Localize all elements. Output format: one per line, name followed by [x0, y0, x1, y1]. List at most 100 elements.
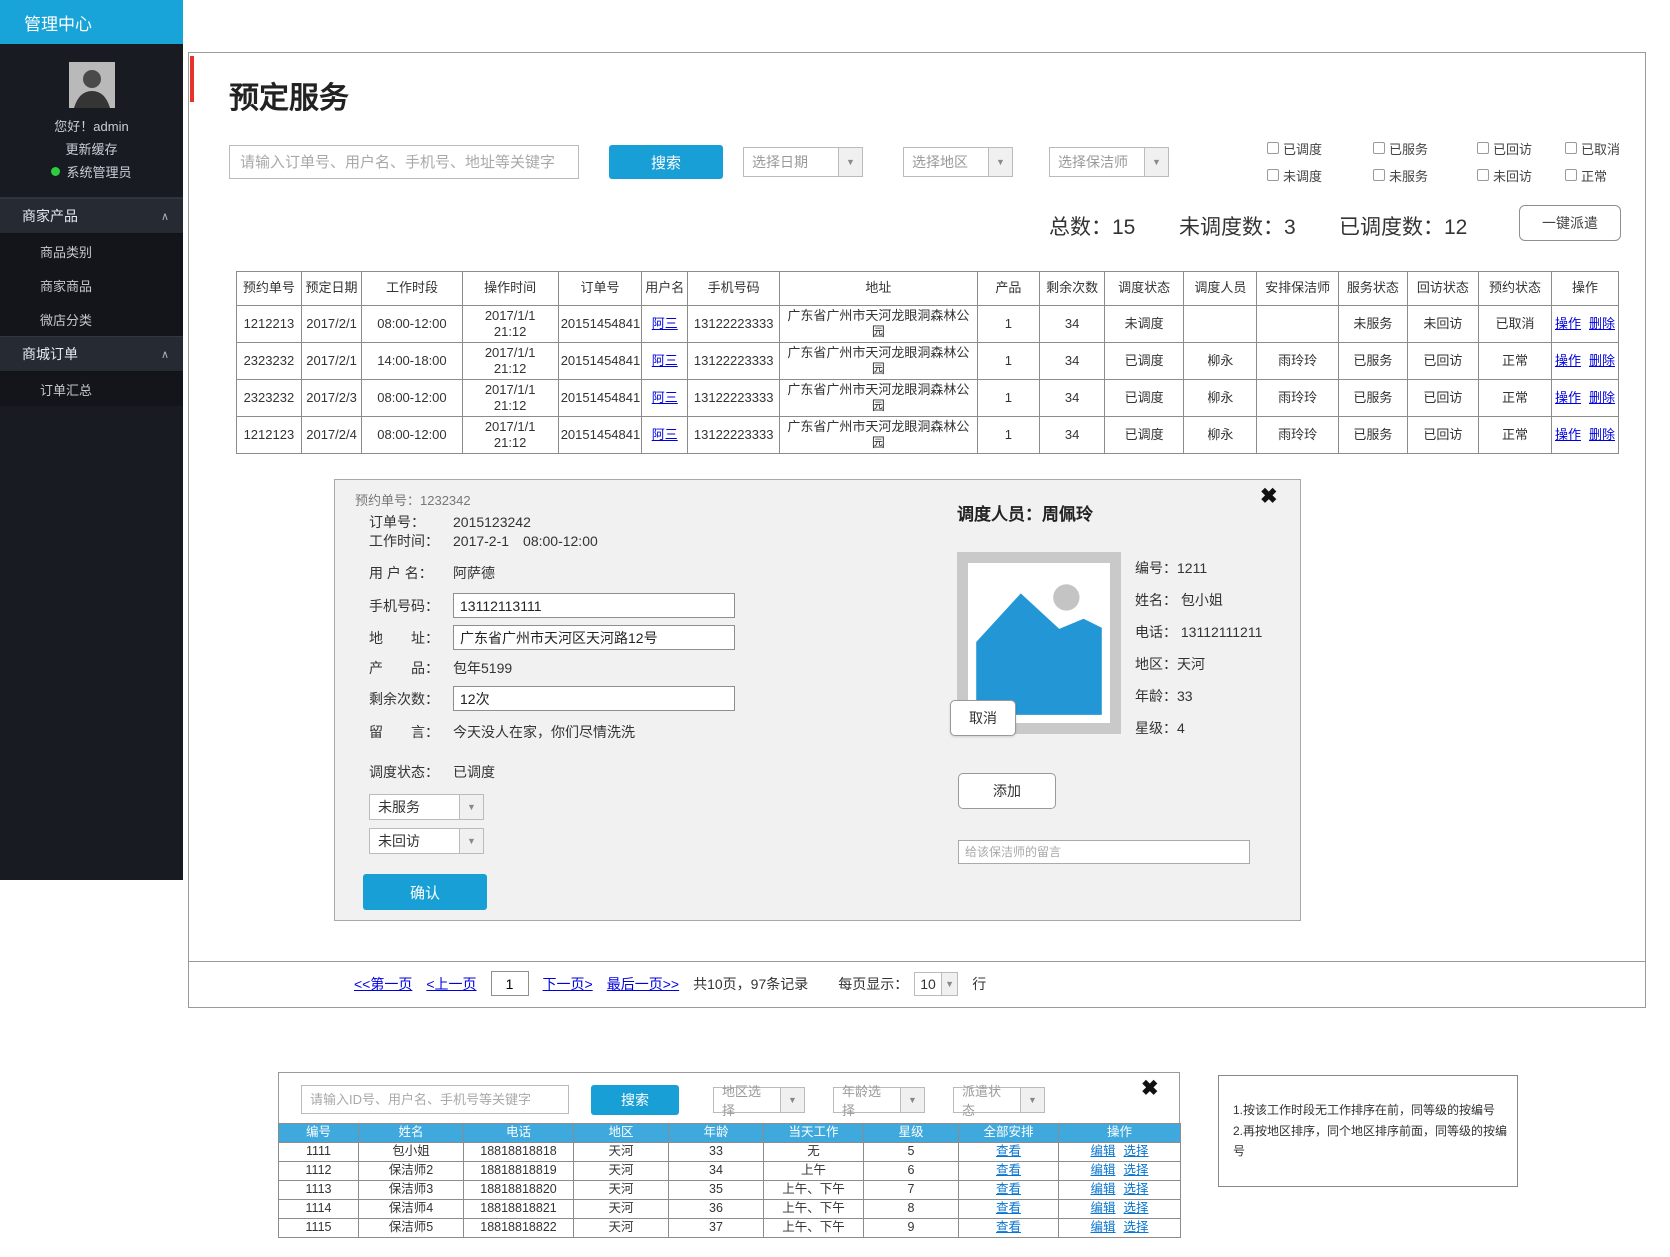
remaining-input[interactable]	[453, 686, 735, 711]
region-select[interactable]: 选择地区 ▼	[903, 147, 1013, 177]
sidebar-item-microshop-category[interactable]: 微店分类	[0, 302, 183, 336]
cell-link[interactable]: 查看	[996, 1220, 1021, 1234]
staff-message-input[interactable]	[958, 840, 1250, 864]
filter-checkbox-unscheduled[interactable]: 未调度	[1267, 166, 1373, 184]
search-button[interactable]: 搜索	[609, 145, 723, 179]
confirm-button[interactable]: 确认	[363, 874, 487, 910]
popup-dispatch-select[interactable]: 派遣状态 ▼	[953, 1087, 1045, 1113]
cell: 18818818820	[464, 1181, 574, 1200]
cancel-staff-button[interactable]: 取消	[950, 700, 1016, 736]
cell: 已服务	[1338, 343, 1407, 380]
filter-checkbox-served[interactable]: 已服务	[1373, 139, 1477, 157]
sidebar-item-order-summary[interactable]: 订单汇总	[0, 372, 183, 406]
checkbox-icon[interactable]	[1267, 169, 1279, 181]
close-icon[interactable]: ✖	[1141, 1078, 1159, 1099]
checkbox-icon[interactable]	[1373, 169, 1385, 181]
checkbox-label: 未调度	[1283, 166, 1322, 185]
cell-link[interactable]: 查看	[996, 1144, 1021, 1158]
row-action-link[interactable]: 编辑	[1090, 1163, 1115, 1177]
first-page-link[interactable]: <<第一页	[354, 974, 412, 994]
cell-link[interactable]: 阿三	[652, 316, 678, 331]
row-action-link[interactable]: 删除	[1589, 390, 1615, 405]
sidebar-group-orders[interactable]: 商城订单 ∧	[0, 336, 183, 372]
sidebar-group-products[interactable]: 商家产品 ∧	[0, 198, 183, 234]
red-scrollbar-thumb[interactable]	[190, 56, 194, 102]
date-select[interactable]: 选择日期 ▼	[743, 147, 863, 177]
region-select-value: 选择地区	[904, 148, 988, 176]
last-page-link[interactable]: 最后一页>>	[607, 974, 679, 994]
row-action-link[interactable]: 编辑	[1090, 1220, 1115, 1234]
one-key-dispatch-button[interactable]: 一键派遣	[1519, 205, 1621, 241]
service-state-select[interactable]: 未服务 ▼	[369, 794, 484, 820]
chevron-down-icon[interactable]: ▼	[900, 1088, 924, 1112]
sidebar-item-product-category[interactable]: 商品类别	[0, 234, 183, 268]
checkbox-icon[interactable]	[1565, 142, 1577, 154]
staff-popup: 搜索 地区选择 ▼ 年龄选择 ▼ 派遣状态 ▼ ✖ 编号姓名电话地区年龄当天工作…	[278, 1072, 1180, 1238]
row-action-link[interactable]: 选择	[1124, 1220, 1149, 1234]
add-staff-button[interactable]: 添加	[958, 773, 1056, 809]
filter-checkbox-unvisited[interactable]: 未回访	[1477, 166, 1565, 184]
cell-link[interactable]: 阿三	[652, 427, 678, 442]
row-action-link[interactable]: 选择	[1124, 1144, 1149, 1158]
address-input[interactable]	[453, 625, 735, 650]
chevron-down-icon[interactable]: ▼	[1020, 1088, 1044, 1112]
checkbox-icon[interactable]	[1477, 142, 1489, 154]
cell-link[interactable]: 阿三	[652, 390, 678, 405]
row-action-link[interactable]: 编辑	[1090, 1201, 1115, 1215]
cleaner-select[interactable]: 选择保洁师 ▼	[1049, 147, 1169, 177]
row-action-link[interactable]: 操作	[1555, 353, 1581, 368]
phone-input[interactable]	[453, 593, 735, 618]
filter-checkbox-normal[interactable]: 正常	[1565, 166, 1643, 184]
chevron-down-icon[interactable]: ▼	[780, 1088, 804, 1112]
chevron-down-icon[interactable]: ▼	[459, 795, 483, 819]
row-action-link[interactable]: 操作	[1555, 390, 1581, 405]
staff-search-button[interactable]: 搜索	[591, 1085, 679, 1115]
row-action-link[interactable]: 选择	[1124, 1201, 1149, 1215]
sidebar-item-merchant-goods[interactable]: 商家商品	[0, 268, 183, 302]
row-action-link[interactable]: 编辑	[1090, 1144, 1115, 1158]
prev-page-link[interactable]: <上一页	[426, 974, 476, 994]
refresh-cache-link[interactable]: 更新缓存	[0, 139, 183, 158]
staff-search-input[interactable]	[301, 1085, 569, 1114]
chevron-down-icon[interactable]: ▼	[941, 973, 957, 995]
role-text: 系统管理员	[66, 162, 131, 181]
visit-state-select[interactable]: 未回访 ▼	[369, 828, 484, 854]
checkbox-icon[interactable]	[1267, 142, 1279, 154]
chevron-down-icon[interactable]: ▼	[838, 148, 862, 176]
row-action-link[interactable]: 选择	[1124, 1182, 1149, 1196]
checkbox-icon[interactable]	[1565, 169, 1577, 181]
per-page-select[interactable]: 10 ▼	[914, 972, 958, 996]
chevron-down-icon[interactable]: ▼	[459, 829, 483, 853]
row-action-link[interactable]: 删除	[1589, 427, 1615, 442]
cell-link[interactable]: 查看	[996, 1182, 1021, 1196]
sorting-note: 1.按该工作时段无工作排序在前，同等级的按编号 2.再按地区排序，同个地区排序前…	[1218, 1075, 1518, 1187]
cell-link[interactable]: 查看	[996, 1163, 1021, 1177]
close-icon[interactable]: ✖	[1260, 486, 1278, 507]
chevron-down-icon[interactable]: ▼	[1144, 148, 1168, 176]
row-action-link[interactable]: 操作	[1555, 316, 1581, 331]
row-action-link[interactable]: 编辑	[1090, 1182, 1115, 1196]
row-action-link[interactable]: 删除	[1589, 316, 1615, 331]
checkbox-icon[interactable]	[1477, 169, 1489, 181]
filter-checkbox-visited[interactable]: 已回访	[1477, 139, 1565, 157]
product-row: 产 品：包年5199	[369, 658, 512, 678]
cell: 上午	[764, 1162, 864, 1181]
cell: 上午、下午	[764, 1181, 864, 1200]
filter-checkbox-cancelled[interactable]: 已取消	[1565, 139, 1643, 157]
popup-age-select[interactable]: 年龄选择 ▼	[833, 1087, 925, 1113]
cell-link[interactable]: 阿三	[652, 353, 678, 368]
search-input[interactable]	[229, 145, 579, 179]
checkbox-label: 未回访	[1493, 166, 1532, 185]
filter-checkbox-unserved[interactable]: 未服务	[1373, 166, 1477, 184]
row-action-link[interactable]: 删除	[1589, 353, 1615, 368]
checkbox-icon[interactable]	[1373, 142, 1385, 154]
cell-link[interactable]: 查看	[996, 1201, 1021, 1215]
row-action-link[interactable]: 选择	[1124, 1163, 1149, 1177]
filter-checkbox-scheduled[interactable]: 已调度	[1267, 139, 1373, 157]
chevron-down-icon[interactable]: ▼	[988, 148, 1012, 176]
popup-region-select[interactable]: 地区选择 ▼	[713, 1087, 805, 1113]
page-number-input[interactable]	[491, 971, 529, 996]
cell: 广东省广州市天河龙眼洞森林公园	[780, 306, 977, 343]
row-action-link[interactable]: 操作	[1555, 427, 1581, 442]
next-page-link[interactable]: 下一页>	[543, 974, 593, 994]
